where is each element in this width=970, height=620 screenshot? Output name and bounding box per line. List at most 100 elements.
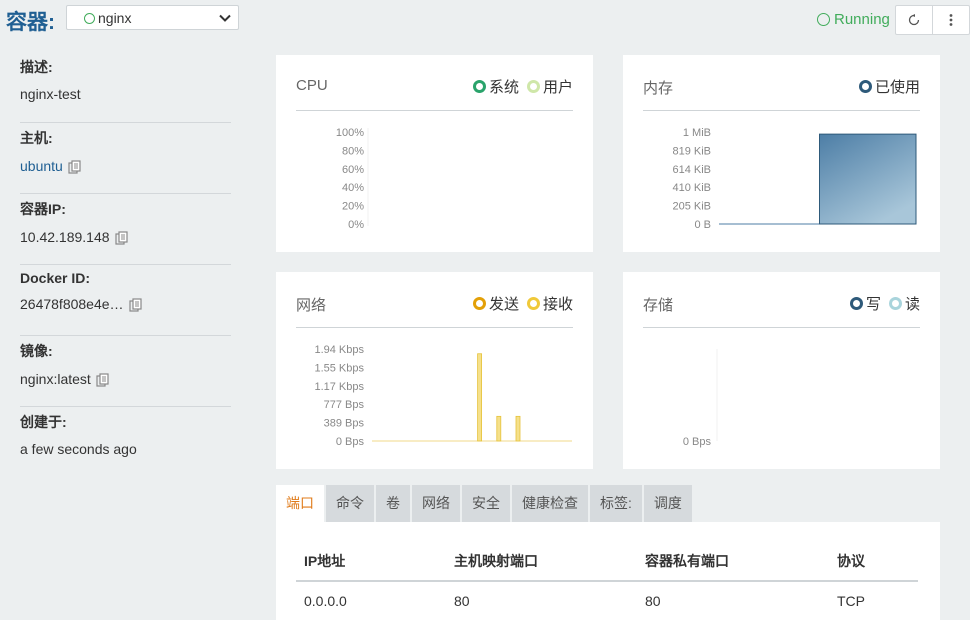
copy-icon[interactable] [114,231,129,245]
legend-ring-icon [472,80,486,93]
receive-bar [477,353,483,442]
action-button-group [895,5,970,35]
table-header-row: IP地址 主机映射端口 容器私有端口 协议 [296,546,918,582]
y-tick-label: 614 KiB [672,164,711,176]
more-options-button[interactable] [932,6,969,34]
column-header-container-port[interactable]: 容器私有端口 [637,546,829,582]
y-tick-label: 0 Bps [683,436,712,448]
container-select[interactable]: nginx [66,5,239,30]
copy-icon[interactable] [68,160,82,174]
field-created: 创建于: a few seconds ago [20,407,231,478]
tab-scheduling[interactable]: 调度 [643,485,692,522]
legend-write[interactable]: 写 [849,293,881,314]
host-link[interactable]: ubuntu [20,158,63,174]
storage-card: 存储 写 读 0 Bps [623,272,940,469]
legend-send[interactable]: 发送 [472,293,519,314]
field-value: a few seconds ago [20,441,137,457]
field-host: 主机: ubuntu [20,123,231,194]
memory-legend: 已使用 [858,76,920,97]
y-tick-label: 1.17 Kbps [314,381,364,393]
y-tick-label: 1 MiB [683,127,711,139]
field-description: 描述: nginx-test [20,52,231,123]
legend-used[interactable]: 已使用 [858,76,920,97]
y-tick-label: 410 KiB [672,182,711,194]
table-row: 0.0.0.0 80 80 TCP [296,581,918,620]
copy-icon[interactable] [128,298,143,312]
tab-command[interactable]: 命令 [326,485,374,522]
divider [296,327,573,328]
divider [643,327,920,328]
column-header-host-port[interactable]: 主机映射端口 [446,546,637,582]
field-label: 描述: [20,59,53,75]
ports-panel: IP地址 主机映射端口 容器私有端口 协议 0.0.0.0 80 80 TCP [276,522,940,620]
tab-security[interactable]: 安全 [462,485,510,522]
cell-container-port: 80 [645,593,661,609]
field-label: 容器IP: [20,201,66,217]
legend-system[interactable]: 系统 [472,76,519,97]
cell-protocol: TCP [837,593,865,609]
tab-network[interactable]: 网络 [412,485,460,522]
y-tick-label: 100% [336,127,364,139]
detail-tabs: 端口 命令 卷 网络 安全 健康检查 标签: 调度 [276,485,694,522]
divider [296,110,573,111]
running-status-icon [84,13,95,24]
memory-chart: 1 MiB 819 KiB 614 KiB 410 KiB 205 KiB 0 B [672,127,917,231]
y-tick-label: 1.55 Kbps [314,362,364,374]
tab-volumes[interactable]: 卷 [376,485,410,522]
storage-legend: 写 读 [849,293,920,314]
memory-card-title: 内存 [643,80,674,97]
memory-used-area [819,133,917,225]
y-tick-label: 20% [342,201,364,213]
y-tick-label: 60% [342,164,364,176]
tab-health-check[interactable]: 健康检查 [512,485,588,522]
legend-label: 用户 [542,79,573,96]
y-tick-label: 1.94 Kbps [314,344,364,356]
y-tick-label: 819 KiB [672,145,711,157]
refresh-button[interactable] [896,6,932,34]
field-value: nginx:latest [20,370,91,387]
field-label: 镜像: [20,343,53,359]
legend-ring-icon [472,297,486,310]
field-value: 26478f808e4e… [20,295,124,312]
divider [643,110,920,111]
tab-ports[interactable]: 端口 [276,485,324,522]
y-tick-label: 205 KiB [672,201,711,213]
field-label: Docker ID: [20,270,91,286]
container-select-value: nginx [98,10,132,26]
legend-read[interactable]: 读 [888,293,920,314]
legend-label: 接收 [542,296,573,313]
y-tick-label: 80% [342,145,364,157]
column-header-protocol[interactable]: 协议 [829,546,918,582]
receive-bar [515,415,521,442]
legend-label: 已使用 [874,79,920,96]
cpu-legend: 系统 用户 [472,76,573,97]
legend-label: 系统 [488,79,519,96]
refresh-icon [908,14,920,26]
legend-ring-icon [849,297,863,310]
status-badge: Running [817,11,890,28]
legend-ring-icon [888,297,902,310]
legend-ring-icon [858,80,872,93]
network-card: 网络 发送 接收 1.94 Kbps 1.55 Kbps 1.17 Kbps 777 … [276,272,593,469]
y-tick-label: 389 Bps [324,418,365,430]
legend-label: 发送 [488,296,519,313]
y-tick-label: 40% [342,182,364,194]
tab-labels[interactable]: 标签: [590,485,642,522]
field-image: 镜像: nginx:latest [20,336,231,407]
cpu-card: CPU 系统 用户 100% 80% 60% 40% 20% 0% [276,55,593,252]
copy-icon[interactable] [96,373,110,387]
container-info-sidebar: 描述: nginx-test 主机: ubuntu 容器IP: 10.42.18… [20,52,231,478]
field-value: 10.42.189.148 [20,228,110,245]
column-header-ip[interactable]: IP地址 [296,546,446,582]
legend-ring-icon [526,297,540,310]
field-docker-id: Docker ID: 26478f808e4e… [20,265,231,336]
status-text: Running [834,11,890,28]
legend-user[interactable]: 用户 [526,76,573,97]
storage-card-title: 存储 [643,297,674,314]
y-tick-label: 0% [348,219,364,231]
chevron-down-icon [219,14,231,22]
legend-label: 写 [865,296,881,313]
legend-receive[interactable]: 接收 [526,293,573,314]
field-label: 创建于: [20,414,67,430]
field-container-ip: 容器IP: 10.42.189.148 [20,194,231,265]
